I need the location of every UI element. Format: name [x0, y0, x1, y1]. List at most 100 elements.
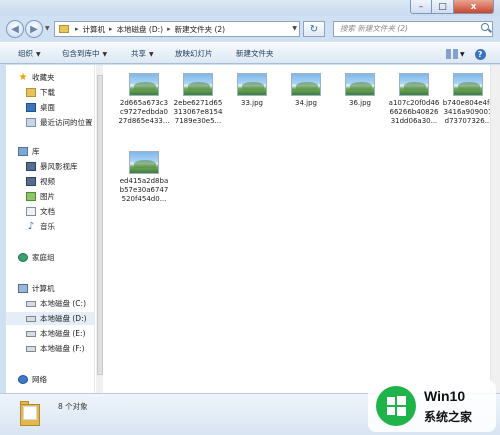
file-name: 36.jpg	[349, 99, 371, 107]
nav-drive-f[interactable]: 本地磁盘 (F:)	[6, 342, 85, 355]
nav-downloads[interactable]: 下载	[6, 86, 55, 99]
nav-libraries[interactable]: 库	[6, 145, 40, 158]
documents-icon	[26, 207, 36, 216]
image-thumbnail-icon	[129, 73, 159, 96]
chevron-right-icon[interactable]: ▸	[109, 25, 113, 33]
nav-desktop[interactable]: 桌面	[6, 101, 55, 114]
maximize-button[interactable]: □	[432, 0, 454, 14]
nav-label: 暴风影视库	[40, 162, 78, 171]
minimize-button[interactable]: –	[410, 0, 432, 14]
new-folder-button[interactable]: 新建文件夹	[236, 48, 274, 59]
close-button[interactable]: x	[454, 0, 494, 14]
nav-drive-d[interactable]: 本地磁盘 (D:)	[6, 312, 94, 325]
library-icon	[18, 147, 28, 156]
watermark: Win10 系统之家	[368, 380, 496, 432]
chevron-down-icon[interactable]: ▼	[292, 25, 297, 32]
file-name: 33.jpg	[241, 99, 263, 107]
file-item[interactable]: a107c20f0d4666266b4082631dd06a30...	[388, 73, 440, 126]
file-list-scrollbar[interactable]	[490, 65, 500, 393]
chevron-down-icon[interactable]: ▼	[460, 51, 465, 58]
nav-label: 图片	[40, 192, 55, 201]
nav-label: 本地磁盘 (D:)	[40, 314, 87, 323]
back-arrow-icon: ◀	[11, 23, 19, 35]
videos-icon	[26, 177, 36, 186]
recent-pages-dropdown[interactable]: ▼	[45, 26, 51, 32]
scroll-track[interactable]	[96, 65, 103, 393]
drive-icon	[26, 345, 36, 352]
chevron-right-icon[interactable]: ▸	[75, 25, 79, 33]
refresh-icon: ↻	[309, 23, 319, 35]
nav-homegroup[interactable]: 家庭组	[6, 251, 55, 264]
back-button[interactable]: ◀	[6, 20, 24, 38]
nav-computer[interactable]: 计算机	[6, 282, 55, 295]
image-thumbnail-icon	[453, 73, 483, 96]
computer-icon	[18, 284, 28, 293]
image-thumbnail-icon	[291, 73, 321, 96]
navigation-pane: ★ 收藏夹 下载 桌面 最近访问的位置 库 暴风影视库 视频 图片 文档 ♪ 音乐 …	[6, 65, 94, 393]
nav-videos[interactable]: 视频	[6, 175, 55, 188]
star-icon: ★	[18, 72, 28, 83]
file-name: 34.jpg	[295, 99, 317, 107]
watermark-title: Win10	[424, 388, 466, 404]
organize-button[interactable]: 组织 ▼	[18, 48, 41, 59]
organize-label: 组织	[18, 49, 33, 58]
share-label: 共享	[131, 49, 146, 58]
scroll-thumb[interactable]	[97, 75, 103, 375]
nav-label: 桌面	[40, 103, 55, 112]
file-name: 2ebe6271d65313067e81547189e30e5...	[173, 99, 223, 125]
drive-icon	[26, 315, 36, 322]
watermark-subtitle: 系统之家	[424, 410, 473, 424]
search-input[interactable]: 搜索 新建文件夹 (2)	[333, 21, 493, 37]
help-icon[interactable]: ?	[474, 48, 486, 60]
slideshow-button[interactable]: 放映幻灯片	[175, 48, 213, 59]
video-library-icon	[26, 162, 36, 171]
nav-favorites[interactable]: ★ 收藏夹	[6, 71, 55, 84]
share-button[interactable]: 共享 ▼	[131, 48, 154, 59]
caption-buttons: – □ x	[410, 0, 494, 14]
change-view-icon[interactable]	[446, 49, 458, 59]
nav-network[interactable]: 网络	[6, 373, 47, 386]
folder-icon	[59, 25, 69, 33]
nav-drive-e[interactable]: 本地磁盘 (E:)	[6, 327, 86, 340]
folder-icon	[20, 400, 42, 426]
file-item[interactable]: b740e804e4fc3416a909001d73707326...	[442, 73, 494, 126]
nav-label: 视频	[40, 177, 55, 186]
nav-label: 本地磁盘 (F:)	[40, 344, 85, 353]
breadcrumb-computer[interactable]: 计算机	[83, 24, 106, 35]
command-bar: 组织 ▼ 包含到库中 ▼ 共享 ▼ 放映幻灯片 新建文件夹 ▼ ?	[0, 42, 500, 64]
chevron-down-icon: ▼	[149, 51, 154, 58]
breadcrumb-drive-d[interactable]: 本地磁盘 (D:)	[117, 24, 164, 35]
file-name: a107c20f0d4666266b4082631dd06a30...	[388, 99, 440, 125]
nav-drive-c[interactable]: 本地磁盘 (C:)	[6, 297, 86, 310]
nav-music[interactable]: ♪ 音乐	[6, 220, 55, 233]
nav-label: 收藏夹	[32, 73, 55, 82]
file-name: 2d665a673c3c9727edbda027d865e433...	[118, 99, 170, 125]
file-name: b740e804e4fc3416a909001d73707326...	[442, 99, 494, 125]
file-item[interactable]: ed415a2d8bab57e30a6747520f454d0...	[118, 151, 170, 204]
nav-documents[interactable]: 文档	[6, 205, 55, 218]
address-bar[interactable]: ▸ 计算机 ▸ 本地磁盘 (D:) ▸ 新建文件夹 (2) ▼	[54, 21, 300, 37]
file-item[interactable]: 2d665a673c3c9727edbda027d865e433...	[118, 73, 170, 126]
refresh-button[interactable]: ↻	[303, 21, 325, 37]
include-in-library-button[interactable]: 包含到库中 ▼	[62, 48, 107, 59]
nav-label: 下载	[40, 88, 55, 97]
file-name: ed415a2d8bab57e30a6747520f454d0...	[119, 177, 169, 203]
file-item[interactable]: 33.jpg	[226, 73, 278, 108]
image-thumbnail-icon	[345, 73, 375, 96]
image-thumbnail-icon	[129, 151, 159, 174]
network-icon	[18, 375, 28, 384]
forward-button[interactable]: ▶	[25, 20, 43, 38]
image-thumbnail-icon	[237, 73, 267, 96]
homegroup-icon	[18, 253, 28, 262]
file-item[interactable]: 2ebe6271d65313067e81547189e30e5...	[172, 73, 224, 126]
nav-label: 网络	[32, 375, 47, 384]
nav-pictures[interactable]: 图片	[6, 190, 55, 203]
nav-label: 文档	[40, 207, 55, 216]
file-item[interactable]: 36.jpg	[334, 73, 386, 108]
nav-recent-places[interactable]: 最近访问的位置	[6, 116, 93, 129]
breadcrumb-new-folder[interactable]: 新建文件夹 (2)	[175, 24, 226, 35]
nav-storm-video-library[interactable]: 暴风影视库	[6, 160, 78, 173]
file-item[interactable]: 34.jpg	[280, 73, 332, 108]
chevron-right-icon[interactable]: ▸	[167, 25, 171, 33]
forward-arrow-icon: ▶	[30, 23, 38, 35]
